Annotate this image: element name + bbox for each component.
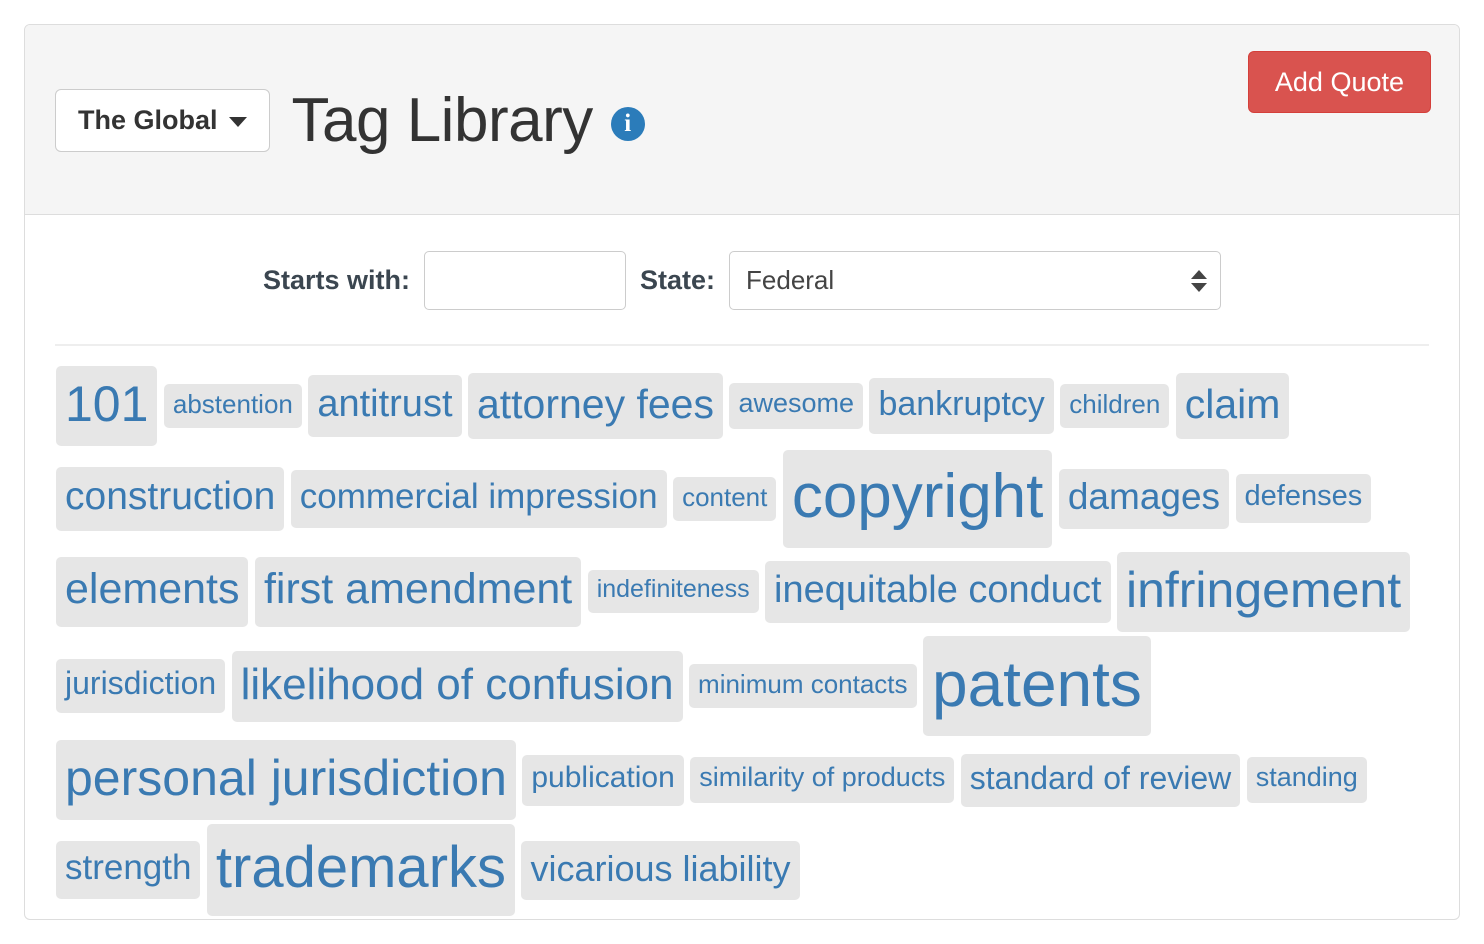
state-select-value: Federal xyxy=(746,265,835,295)
tag-cloud: 101 abstention antitrust attorney fees a… xyxy=(55,346,1429,918)
chevron-down-icon xyxy=(228,117,247,128)
scope-dropdown-label: The Global xyxy=(78,105,218,136)
tag-item[interactable]: copyright xyxy=(782,450,1053,548)
state-select[interactable]: Federal xyxy=(729,251,1222,310)
tag-item[interactable]: claim xyxy=(1175,372,1290,440)
filter-row: Starts with: State: Federal xyxy=(55,245,1429,310)
info-icon[interactable]: i xyxy=(610,106,645,141)
tag-item[interactable]: patents xyxy=(922,635,1151,737)
state-label: State: xyxy=(640,265,716,295)
page-root: The Global Tag Library i Add Quote Start… xyxy=(0,0,1484,944)
tag-item[interactable]: defenses xyxy=(1235,474,1372,524)
tag-item[interactable]: antitrust xyxy=(308,374,462,438)
tag-item[interactable]: 101 xyxy=(56,366,158,446)
tag-item[interactable]: strength xyxy=(56,841,201,900)
tag-item[interactable]: children xyxy=(1060,383,1170,429)
tag-library-panel: The Global Tag Library i Add Quote Start… xyxy=(24,24,1460,920)
tag-item[interactable]: commercial impression xyxy=(290,469,667,528)
title-group: Tag Library i xyxy=(291,85,1248,155)
starts-with-label: Starts with: xyxy=(262,265,410,295)
state-select-wrap[interactable]: Federal xyxy=(729,251,1222,310)
tag-item[interactable]: personal jurisdiction xyxy=(56,740,516,821)
tag-item[interactable]: standard of review xyxy=(960,753,1241,808)
tag-item[interactable]: publication xyxy=(522,755,684,806)
panel-header: The Global Tag Library i Add Quote xyxy=(25,25,1459,215)
tag-item[interactable]: attorney fees xyxy=(467,372,723,440)
tag-item[interactable]: construction xyxy=(56,467,285,531)
panel-body: Starts with: State: Federal 101 abstenti… xyxy=(25,215,1459,919)
tag-item[interactable]: standing xyxy=(1246,757,1367,804)
tag-item[interactable]: similarity of products xyxy=(690,757,955,804)
tag-item[interactable]: awesome xyxy=(729,383,863,429)
scope-dropdown[interactable]: The Global xyxy=(55,89,270,152)
tag-item[interactable]: trademarks xyxy=(206,824,516,917)
tag-item[interactable]: damages xyxy=(1058,468,1230,530)
tag-item[interactable]: inequitable conduct xyxy=(765,560,1111,623)
tag-item[interactable]: vicarious liability xyxy=(521,840,800,901)
tag-item[interactable]: content xyxy=(673,476,777,522)
page-title: Tag Library xyxy=(291,85,594,155)
tag-item[interactable]: infringement xyxy=(1116,551,1411,632)
tag-item[interactable]: elements xyxy=(56,556,249,627)
tag-item[interactable]: minimum contacts xyxy=(689,663,917,709)
tag-item[interactable]: likelihood of confusion xyxy=(231,650,683,722)
tag-item[interactable]: indefiniteness xyxy=(587,570,759,614)
add-quote-button[interactable]: Add Quote xyxy=(1247,51,1431,114)
tag-item[interactable]: first amendment xyxy=(254,556,582,627)
tag-item[interactable]: abstention xyxy=(163,383,302,429)
tag-item[interactable]: jurisdiction xyxy=(56,659,226,713)
starts-with-input[interactable] xyxy=(424,251,626,310)
tag-item[interactable]: bankruptcy xyxy=(869,377,1054,435)
